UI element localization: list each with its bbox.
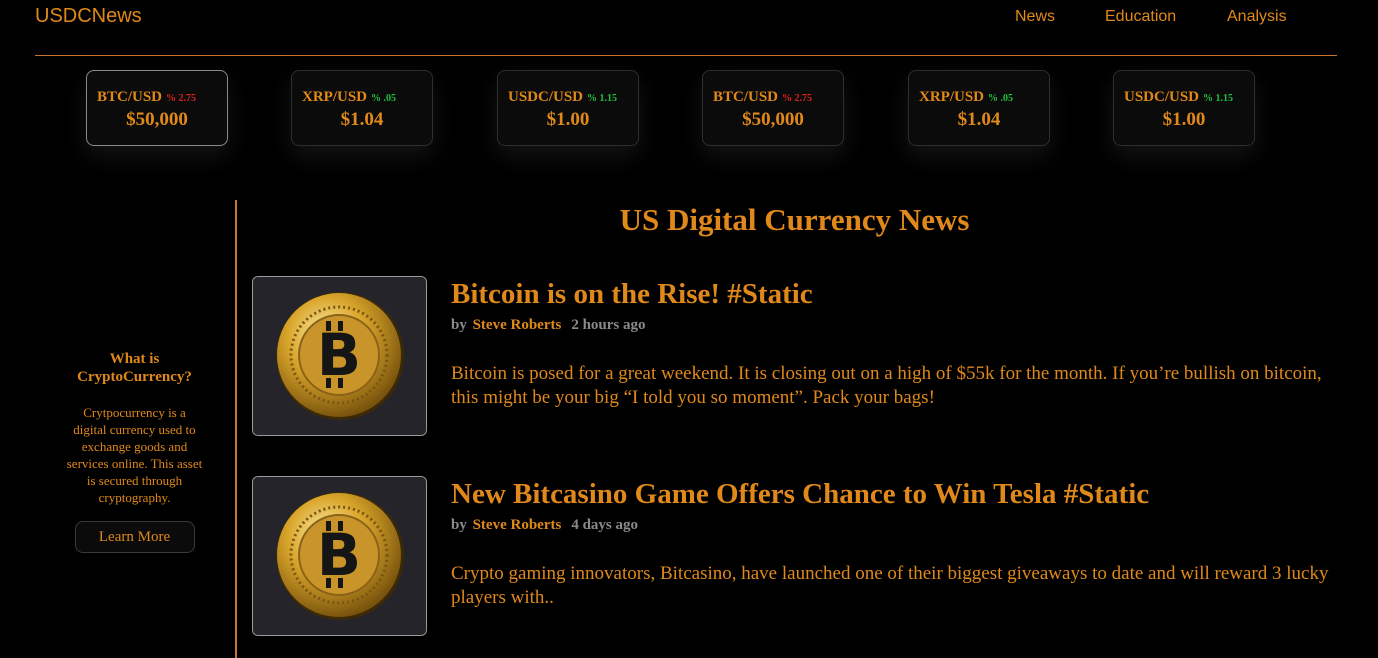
ticker-card[interactable]: BTC/USD% 2.75 $50,000: [702, 70, 844, 146]
article-excerpt: Bitcoin is posed for a great weekend. It…: [451, 363, 1322, 408]
nav-analysis[interactable]: Analysis: [1227, 8, 1287, 26]
sidebar-text: Crytpocurrency is a digital currency use…: [66, 405, 203, 505]
bitcoin-coin-image[interactable]: B: [252, 276, 427, 436]
article-time: 4 days ago: [571, 517, 639, 533]
price-ticker-row: BTC/USD% 2.75 $50,000 XRP/USD% .05 $1.04…: [0, 70, 1378, 150]
ticker-change: % 1.15: [1203, 93, 1234, 104]
ticker-pair: USDC/USD% 1.15: [1124, 89, 1234, 105]
ticker-pair: USDC/USD% 1.15: [508, 89, 618, 105]
news-article: B New Bitcasino Game Offers Chance to Wi…: [252, 476, 1352, 636]
nav-news[interactable]: News: [1015, 8, 1055, 26]
bitcoin-coin-image[interactable]: B: [252, 476, 427, 636]
learn-more-button[interactable]: Learn More: [74, 521, 195, 553]
ticker-pair: XRP/USD% .05: [302, 89, 397, 105]
ticker-price: $1.00: [1162, 109, 1206, 130]
article-excerpt: Crypto gaming innovators, Bitcasino, hav…: [451, 563, 1329, 608]
ticker-card[interactable]: XRP/USD% .05 $1.04: [908, 70, 1050, 146]
ticker-card[interactable]: USDC/USD% 1.15 $1.00: [1113, 70, 1255, 146]
ticker-change: % .05: [371, 93, 397, 104]
ticker-card[interactable]: BTC/USD% 2.75 $50,000: [86, 70, 228, 146]
sidebar-info: What is CryptoCurrency? Crytpocurrency i…: [62, 350, 207, 553]
article-time: 2 hours ago: [571, 317, 646, 333]
ticker-change: % 2.75: [166, 93, 197, 104]
ticker-pair: BTC/USD% 2.75: [97, 89, 197, 105]
ticker-card[interactable]: USDC/USD% 1.15 $1.00: [497, 70, 639, 146]
article-byline: by Steve Roberts 4 days ago: [451, 517, 639, 533]
ticker-change: % 2.75: [782, 93, 813, 104]
sidebar-divider: [235, 200, 237, 658]
ticker-price: $1.04: [340, 109, 384, 130]
ticker-change: % 1.15: [587, 93, 618, 104]
article-author[interactable]: Steve Roberts: [473, 317, 562, 333]
ticker-card[interactable]: XRP/USD% .05 $1.04: [291, 70, 433, 146]
ticker-price: $1.04: [957, 109, 1001, 130]
site-logo[interactable]: USDCNews: [35, 5, 142, 28]
article-author[interactable]: Steve Roberts: [473, 517, 562, 533]
article-headline[interactable]: Bitcoin is on the Rise! #Static: [451, 278, 813, 311]
news-article: B Bitcoin is on the Rise! #Static by Ste…: [252, 276, 1352, 436]
ticker-change: % .05: [988, 93, 1014, 104]
top-navbar: USDCNews News Education Analysis: [35, 0, 1337, 56]
ticker-pair: XRP/USD% .05: [919, 89, 1014, 105]
article-byline: by Steve Roberts 2 hours ago: [451, 317, 646, 333]
nav-education[interactable]: Education: [1105, 8, 1176, 26]
sidebar-title: What is CryptoCurrency?: [77, 351, 192, 385]
page-title: US Digital Currency News: [619, 202, 970, 237]
ticker-price: $50,000: [742, 109, 804, 130]
ticker-price: $1.00: [546, 109, 590, 130]
article-headline[interactable]: New Bitcasino Game Offers Chance to Win …: [451, 478, 1149, 511]
ticker-pair: BTC/USD% 2.75: [713, 89, 813, 105]
ticker-price: $50,000: [126, 109, 188, 130]
